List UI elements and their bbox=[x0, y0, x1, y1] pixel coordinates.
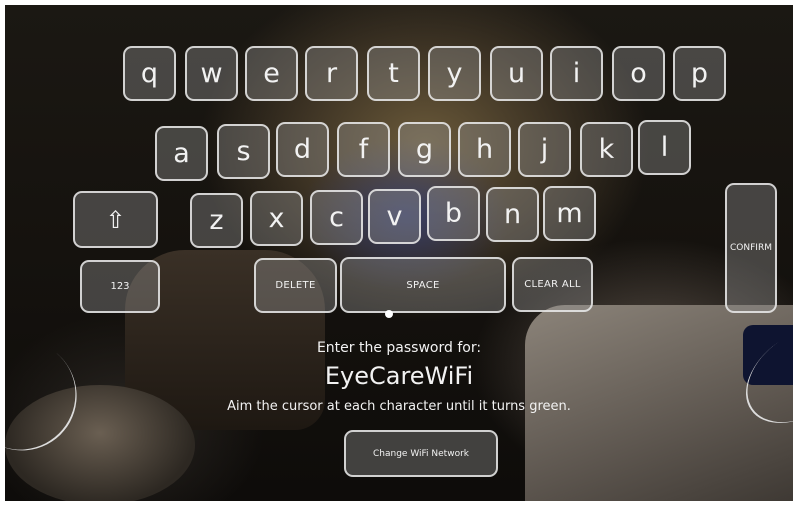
key-c[interactable]: c bbox=[310, 190, 363, 245]
key-t[interactable]: t bbox=[367, 46, 420, 101]
key-q[interactable]: q bbox=[123, 46, 176, 101]
numbers-key[interactable]: 123 bbox=[80, 260, 160, 313]
key-r[interactable]: r bbox=[305, 46, 358, 101]
key-m[interactable]: m bbox=[543, 186, 596, 241]
key-n[interactable]: n bbox=[486, 187, 539, 242]
space-key[interactable]: SPACE bbox=[340, 257, 506, 313]
key-k[interactable]: k bbox=[580, 122, 633, 177]
key-f[interactable]: f bbox=[337, 122, 390, 177]
delete-key[interactable]: DELETE bbox=[254, 258, 337, 313]
key-i[interactable]: i bbox=[550, 46, 603, 101]
key-h[interactable]: h bbox=[458, 122, 511, 177]
key-v[interactable]: v bbox=[368, 189, 421, 244]
key-s[interactable]: s bbox=[217, 124, 270, 179]
confirm-key[interactable]: CONFIRM bbox=[725, 183, 777, 313]
key-d[interactable]: d bbox=[276, 122, 329, 177]
shift-key[interactable]: ⇧ bbox=[73, 191, 158, 248]
key-x[interactable]: x bbox=[250, 191, 303, 246]
key-b[interactable]: b bbox=[427, 186, 480, 241]
key-o[interactable]: o bbox=[612, 46, 665, 101]
key-l[interactable]: l bbox=[638, 120, 691, 175]
change-wifi-network-button[interactable]: Change WiFi Network bbox=[344, 430, 498, 477]
clear-all-key[interactable]: CLEAR ALL bbox=[512, 257, 593, 312]
key-p[interactable]: p bbox=[673, 46, 726, 101]
shift-arrow-icon: ⇧ bbox=[105, 205, 126, 234]
key-j[interactable]: j bbox=[518, 122, 571, 177]
key-z[interactable]: z bbox=[190, 193, 243, 248]
key-e[interactable]: e bbox=[245, 46, 298, 101]
key-g[interactable]: g bbox=[398, 122, 451, 177]
cursor-dot bbox=[385, 310, 393, 318]
network-name: EyeCareWiFi bbox=[324, 362, 474, 390]
instruction-text: Aim the cursor at each character until i… bbox=[227, 399, 571, 414]
key-u[interactable]: u bbox=[490, 46, 543, 101]
key-w[interactable]: w bbox=[185, 46, 238, 101]
key-a[interactable]: a bbox=[155, 126, 208, 181]
prompt-label: Enter the password for: bbox=[316, 340, 482, 356]
key-y[interactable]: y bbox=[428, 46, 481, 101]
